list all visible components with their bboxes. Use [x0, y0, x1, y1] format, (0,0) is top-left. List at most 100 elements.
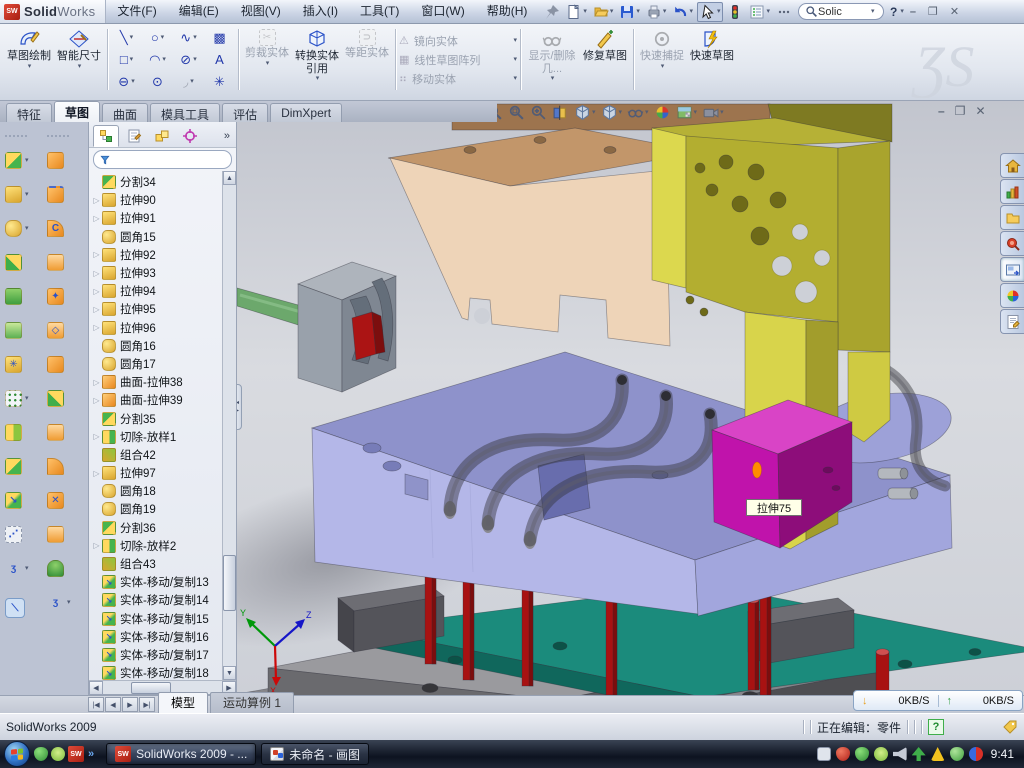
taskbar-window-未命名 - 画图[interactable]: 未命名 - 画图	[261, 743, 369, 765]
menu-工具(T)[interactable]: 工具(T)	[349, 0, 410, 23]
zoom-to-area-button[interactable]	[508, 104, 525, 121]
knit-surface-button[interactable]	[47, 381, 64, 415]
spiral-curve-button[interactable]: ʒ▾	[5, 551, 29, 585]
tab-nav-3[interactable]: ▶|	[139, 697, 155, 712]
tree-item-拉伸93[interactable]: ▷拉伸93	[91, 264, 222, 282]
tree-item-实体-移动/复制18[interactable]: ↘实体-移动/复制18	[91, 664, 222, 680]
tree-item-切除-放样2[interactable]: ▷切除-放样2	[91, 537, 222, 555]
tree-item-分割35[interactable]: 分割35	[91, 409, 222, 427]
antivirus-icon[interactable]	[836, 747, 850, 761]
warning-icon[interactable]	[931, 747, 945, 761]
sketch-tool-polygon[interactable]: ⊙	[142, 71, 173, 93]
stack-tool-0[interactable]: ⚠镜向实体▾	[399, 33, 517, 49]
display-style-button[interactable]: ▾	[601, 104, 623, 121]
search-box[interactable]: ▾	[798, 3, 884, 20]
scroll-up-icon[interactable]: ▲	[223, 171, 236, 185]
tag-icon[interactable]	[1002, 719, 1018, 735]
fillet-button[interactable]: ▾	[5, 211, 29, 245]
quick-launch-chevron-icon[interactable]: »	[88, 748, 94, 760]
sketch-tool-text[interactable]: A	[204, 49, 235, 71]
edit-appearance-button[interactable]	[654, 104, 671, 121]
tree-item-实体-移动/复制13[interactable]: ↘实体-移动/复制13	[91, 573, 222, 591]
tree-item-实体-移动/复制15[interactable]: ↘实体-移动/复制15	[91, 610, 222, 628]
tree-item-圆角19[interactable]: 圆角19	[91, 500, 222, 518]
ribbon-tab-评估[interactable]: 评估	[222, 103, 268, 122]
ribbon-tab-DimXpert[interactable]: DimXpert	[270, 103, 342, 122]
tree-item-圆角17[interactable]: 圆角17	[91, 355, 222, 373]
menu-帮助(H)[interactable]: 帮助(H)	[476, 0, 539, 23]
rapid-sketch-button[interactable]: 快速草图	[687, 27, 737, 92]
save-button[interactable]: ▾	[617, 3, 642, 21]
tree-item-拉伸96[interactable]: ▷拉伸96	[91, 319, 222, 337]
section-view-button[interactable]	[552, 104, 569, 121]
sketch-tool-sketch-fillet[interactable]: ◞▾	[173, 71, 204, 93]
scroll-thumb[interactable]	[223, 555, 236, 611]
search-input[interactable]	[818, 6, 870, 18]
expand-icon[interactable]: ▷	[91, 541, 102, 550]
tab-nav-1[interactable]: ◀	[105, 697, 121, 712]
view-palette-tab[interactable]	[1000, 257, 1024, 282]
tree-item-圆角15[interactable]: 圆角15	[91, 228, 222, 246]
more-tools-button[interactable]	[774, 3, 794, 21]
volume-icon[interactable]	[893, 747, 907, 761]
instant3d-button[interactable]: ⟍	[5, 591, 25, 625]
tree-item-曲面-拉伸39[interactable]: ▷曲面-拉伸39	[91, 391, 222, 409]
revolved-surface-button[interactable]	[47, 177, 64, 211]
expand-icon[interactable]: ▷	[91, 432, 102, 441]
tree-item-实体-移动/复制16[interactable]: ↘实体-移动/复制16	[91, 628, 222, 646]
planar-surface-button[interactable]	[47, 347, 64, 381]
sketch-tool-point[interactable]: ✳	[204, 71, 235, 93]
apply-scene-button[interactable]: ▾	[676, 104, 698, 121]
tree-item-拉伸94[interactable]: ▷拉伸94	[91, 282, 222, 300]
award-badge-icon[interactable]	[874, 747, 888, 761]
doc-restore-button[interactable]: ❐	[955, 104, 966, 118]
replace-face-button[interactable]	[47, 517, 64, 551]
smart-dimension-button[interactable]: 智能尺寸▾	[54, 27, 104, 92]
options-button[interactable]: ▾	[747, 3, 772, 21]
tree-item-拉伸91[interactable]: ▷拉伸91	[91, 209, 222, 227]
sketch-tool-line[interactable]: ╲▾	[111, 27, 142, 49]
zoom-to-selection-button[interactable]	[530, 104, 547, 121]
sketch-tool-arc[interactable]: ◠▾	[142, 49, 173, 71]
slide-insert[interactable]	[298, 262, 396, 392]
dimxpert-manager-tab[interactable]	[177, 125, 203, 147]
boundary-surface-button[interactable]: ✦	[47, 279, 64, 313]
expand-icon[interactable]: ▷	[91, 396, 102, 405]
move-copy-body-button[interactable]: ↘	[5, 483, 22, 517]
thicken-button[interactable]	[47, 415, 64, 449]
input-method-icon[interactable]	[817, 747, 831, 761]
rebuild-button[interactable]	[725, 3, 745, 21]
tree-item-实体-移动/复制17[interactable]: ↘实体-移动/复制17	[91, 646, 222, 664]
search-caret-icon[interactable]: ▾	[871, 8, 875, 15]
scroll-left-icon[interactable]: ◀	[89, 681, 103, 695]
tree-item-切除-放样1[interactable]: ▷切除-放样1	[91, 428, 222, 446]
tree-filter-box[interactable]	[93, 150, 232, 169]
menu-窗口(W)[interactable]: 窗口(W)	[410, 0, 475, 23]
stack-tool-1[interactable]: ▦线性草图阵列▾	[399, 52, 517, 68]
print-button[interactable]: ▾	[644, 3, 669, 21]
sketch-tool-select-region[interactable]: ▩	[204, 27, 235, 49]
ribbon-tab-草图[interactable]: 草图	[54, 101, 100, 122]
display-delete-relations-button[interactable]: 显示/删除几...▾	[524, 27, 580, 92]
view-settings-button[interactable]: ▾	[702, 104, 724, 121]
scroll-down-icon[interactable]: ▼	[223, 666, 236, 680]
quick-launch-2-icon[interactable]	[51, 747, 65, 761]
doc-close-button[interactable]: ✕	[975, 104, 985, 118]
help-button[interactable]: ?	[888, 5, 899, 19]
tree-tabs-chevron-icon[interactable]: »	[224, 130, 234, 142]
ribbon-tab-特征[interactable]: 特征	[6, 103, 52, 122]
flex-button[interactable]	[47, 449, 64, 483]
sketch-tool-spline[interactable]: ∿▾	[173, 27, 204, 49]
solidworks-resources-tab[interactable]	[1000, 153, 1024, 178]
custom-properties-tab[interactable]	[1000, 309, 1024, 334]
tree-item-实体-移动/复制14[interactable]: ↘实体-移动/复制14	[91, 591, 222, 609]
configuration-manager-tab[interactable]	[149, 125, 175, 147]
view-orientation-button[interactable]: ▾	[574, 104, 596, 121]
draft-button[interactable]	[5, 313, 22, 347]
delete-face-button[interactable]: ✕	[47, 483, 64, 517]
expand-icon[interactable]: ▷	[91, 214, 102, 223]
swept-boss-button[interactable]	[5, 245, 22, 279]
expand-icon[interactable]: ▷	[91, 287, 102, 296]
open-document-button[interactable]: ▾	[591, 3, 616, 21]
menu-插入(I)[interactable]: 插入(I)	[292, 0, 349, 23]
